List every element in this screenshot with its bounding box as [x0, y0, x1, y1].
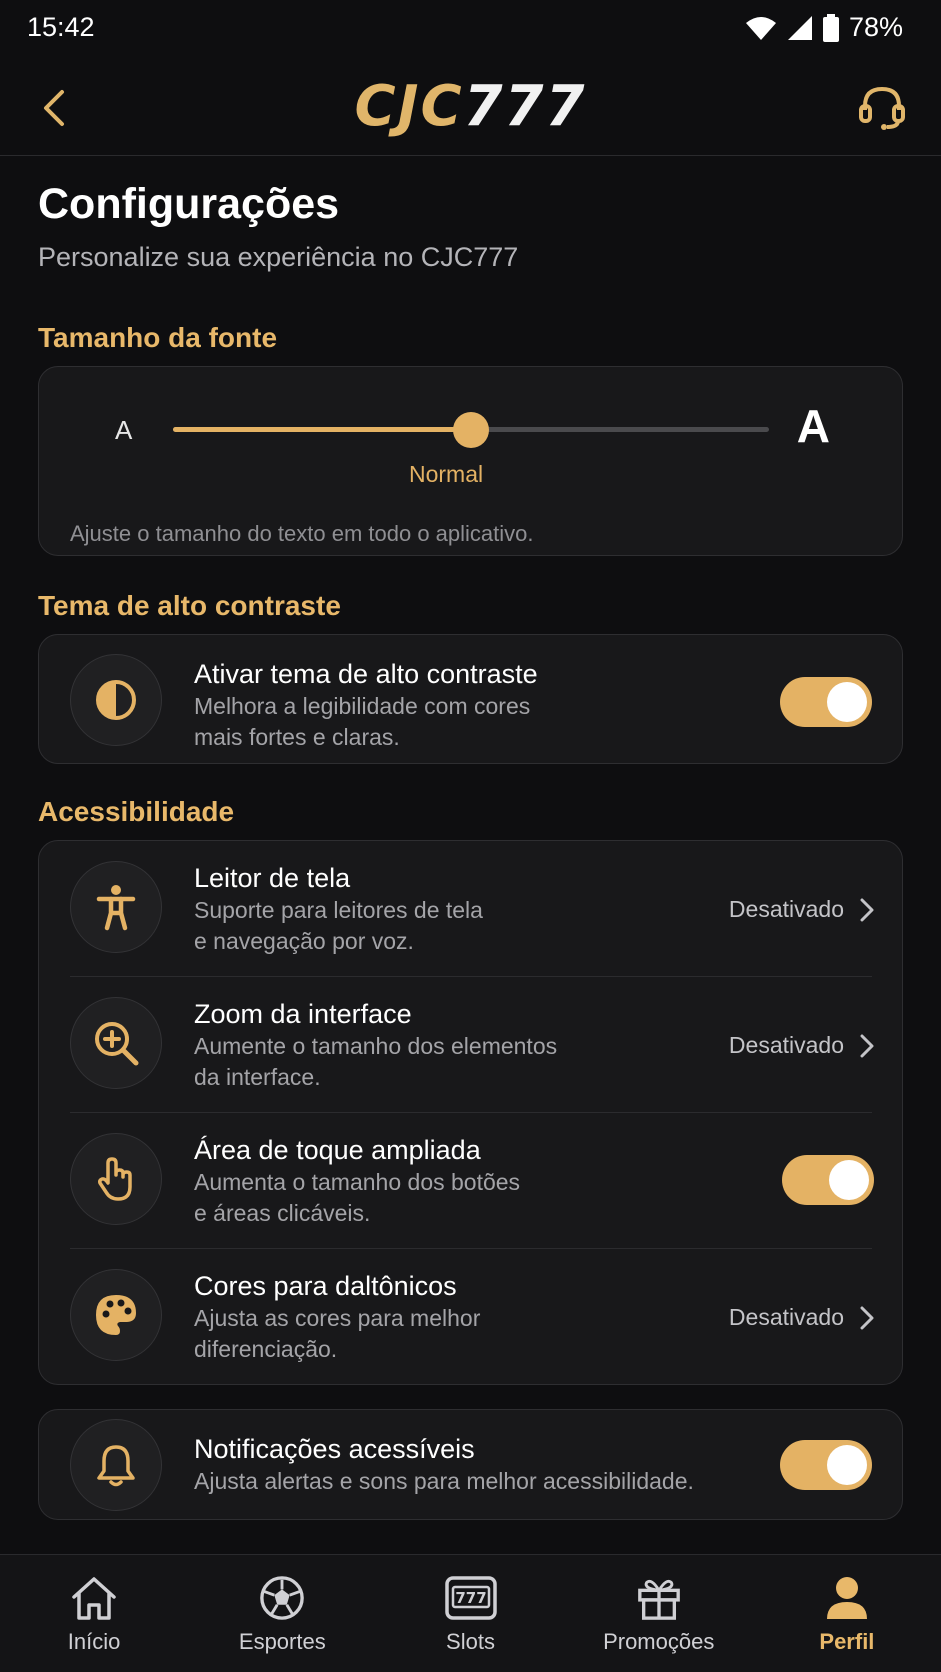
status-time: 15:42	[27, 12, 95, 42]
page-subtitle: Personalize sua experiência no CJC777	[38, 242, 519, 272]
chevron-right-icon	[860, 1306, 874, 1329]
home-icon	[72, 1577, 116, 1620]
zoom-title: Zoom da interface	[194, 999, 412, 1029]
screen-reader-icon-container	[70, 861, 162, 953]
chevron-right-icon	[860, 898, 874, 921]
status-bar: 15:42 78%	[0, 0, 941, 58]
signal-icon	[787, 15, 812, 40]
font-size-card: A A Normal Ajuste o tamanho do texto em …	[38, 366, 903, 556]
app-logo: CJC777	[0, 74, 941, 140]
slot-machine-icon: 777	[444, 1576, 497, 1620]
gift-icon	[637, 1579, 680, 1620]
font-size-slider-fill	[173, 427, 471, 432]
touch-area-desc-line1: Aumenta o tamanho dos botões	[194, 1169, 521, 1195]
accessibility-card: Leitor de tela Suporte para leitores de …	[38, 840, 903, 1385]
toggle-knob	[827, 1445, 867, 1485]
notifications-description: Ajusta alertas e sons para melhor acessi…	[194, 1468, 694, 1494]
zoom-in-icon	[95, 1022, 139, 1066]
zoom-icon-container	[70, 997, 162, 1089]
touch-area-toggle[interactable]	[782, 1155, 874, 1205]
touch-hand-icon	[98, 1157, 132, 1201]
colorblind-description: Ajusta as cores para melhor diferenciação…	[194, 1303, 614, 1365]
top-app-bar: CJC777	[0, 58, 941, 156]
chevron-right-icon	[860, 1034, 874, 1057]
nav-label-slots: Slots	[446, 1629, 495, 1654]
nav-item-sports[interactable]: Esportes	[188, 1555, 376, 1672]
accessibility-person-icon	[96, 885, 136, 931]
svg-text:777: 777	[455, 1589, 486, 1607]
contrast-description: Melhora a legibilidade com cores mais for…	[194, 691, 614, 753]
nav-item-profile[interactable]: Perfil	[753, 1555, 941, 1672]
palette-icon	[96, 1295, 136, 1335]
logo-text-secondary: 777	[463, 74, 587, 139]
nav-item-home[interactable]: Início	[0, 1555, 188, 1672]
settings-screen: 15:42 78% CJC777 Configurações Personali…	[0, 0, 941, 1672]
screen-reader-value: Desativado	[729, 896, 874, 923]
nav-label-sports: Esportes	[238, 1629, 326, 1654]
screen-reader-desc-line2: e navegação por voz.	[194, 928, 414, 954]
status-icons: 78%	[745, 12, 903, 43]
bell-icon	[97, 1445, 135, 1487]
section-title-font-size: Tamanho da fonte	[38, 322, 278, 353]
colorblind-desc-line2: diferenciação.	[194, 1336, 338, 1362]
battery-icon	[822, 13, 839, 42]
colorblind-status: Desativado	[728, 1304, 844, 1330]
palette-icon-container	[70, 1269, 162, 1361]
accessibility-item-screen-reader[interactable]: Leitor de tela Suporte para leitores de …	[39, 841, 904, 976]
zoom-desc-line2: da interface.	[194, 1064, 321, 1090]
contrast-card: Ativar tema de alto contraste Melhora a …	[38, 634, 903, 764]
contrast-title: Ativar tema de alto contraste	[194, 659, 538, 689]
colorblind-desc-line1: Ajusta as cores para melhor	[194, 1305, 481, 1331]
user-icon	[826, 1577, 867, 1619]
section-title-accessibility: Acessibilidade	[38, 796, 235, 827]
accessibility-item-zoom[interactable]: Zoom da interface Aumente o tamanho dos …	[39, 977, 904, 1112]
colorblind-value: Desativado	[729, 1304, 874, 1331]
headset-support-icon[interactable]	[857, 82, 907, 132]
touch-area-title: Área de toque ampliada	[194, 1135, 481, 1165]
contrast-desc-line1: Melhora a legibilidade com cores	[194, 693, 531, 719]
zoom-status: Desativado	[728, 1032, 844, 1058]
toggle-knob	[827, 682, 867, 722]
zoom-value: Desativado	[729, 1032, 874, 1059]
font-size-value: Normal	[409, 461, 484, 487]
notifications-title: Notificações acessíveis	[194, 1434, 475, 1464]
section-title-contrast: Tema de alto contraste	[38, 590, 341, 621]
screen-reader-status: Desativado	[728, 896, 844, 922]
screen-reader-title: Leitor de tela	[194, 863, 351, 893]
page-title: Configurações	[38, 180, 340, 228]
zoom-desc-line1: Aumente o tamanho dos elementos	[194, 1033, 558, 1059]
zoom-description: Aumente o tamanho dos elementos da interf…	[194, 1031, 614, 1093]
notifications-toggle[interactable]	[780, 1440, 872, 1490]
font-size-slider[interactable]	[173, 412, 769, 448]
font-size-small-label: A	[115, 415, 133, 445]
logo-text-primary: CJC	[354, 74, 464, 139]
touch-area-desc-line2: e áreas clicáveis.	[194, 1200, 371, 1226]
font-size-large-label: A	[796, 400, 830, 452]
nav-item-slots[interactable]: 777 Slots	[376, 1555, 564, 1672]
font-size-note: Ajuste o tamanho do texto em todo o apli…	[70, 521, 534, 546]
screen-reader-description: Suporte para leitores de tela e navegação…	[194, 895, 614, 957]
touch-icon-container	[70, 1133, 162, 1225]
font-size-slider-thumb[interactable]	[453, 412, 489, 448]
contrast-desc-line2: mais fortes e claras.	[194, 724, 400, 750]
nav-label-home: Início	[67, 1629, 121, 1654]
soccer-ball-icon	[260, 1576, 305, 1620]
bell-icon-container	[70, 1419, 162, 1511]
contrast-toggle[interactable]	[780, 677, 872, 727]
touch-area-description: Aumenta o tamanho dos botões e áreas clic…	[194, 1167, 614, 1229]
contrast-icon	[96, 680, 136, 720]
accessibility-item-touch-area: Área de toque ampliada Aumenta o tamanho…	[39, 1113, 904, 1248]
screen-reader-desc-line1: Suporte para leitores de tela	[194, 897, 483, 923]
battery-percent: 78%	[848, 12, 903, 42]
toggle-knob	[829, 1160, 869, 1200]
nav-item-promotions[interactable]: Promoções	[565, 1555, 753, 1672]
bottom-navigation: Início Esportes 777 Slots Promoções Perf…	[0, 1554, 941, 1672]
notifications-card: Notificações acessíveis Ajusta alertas e…	[38, 1409, 903, 1520]
nav-label-promotions: Promoções	[603, 1629, 715, 1654]
wifi-icon	[745, 16, 776, 40]
nav-label-profile: Perfil	[819, 1629, 875, 1654]
accessibility-item-colorblind[interactable]: Cores para daltônicos Ajusta as cores pa…	[39, 1249, 904, 1384]
contrast-icon-container	[70, 654, 162, 746]
colorblind-title: Cores para daltônicos	[194, 1271, 457, 1301]
